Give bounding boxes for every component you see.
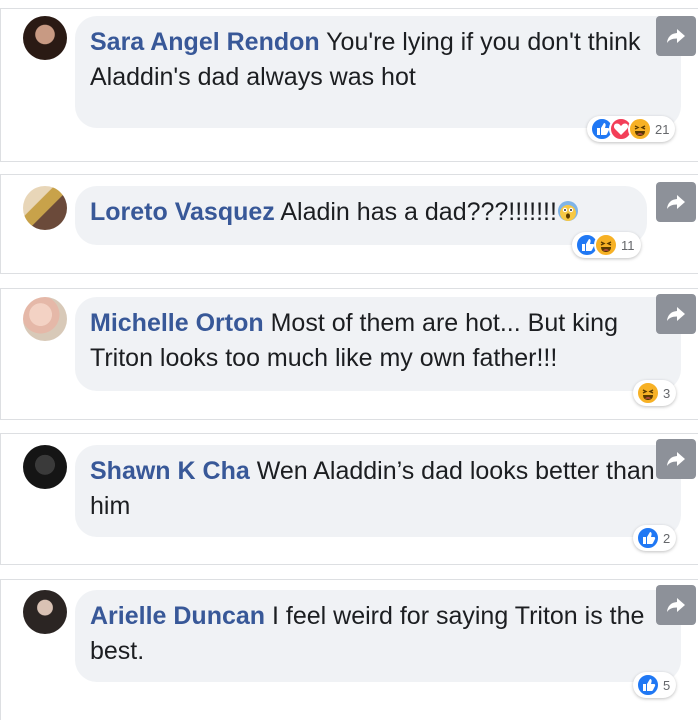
share-arrow-icon	[667, 452, 685, 466]
comment-text: Aladin has a dad???!!!!!!!	[280, 198, 557, 226]
reaction-count: 21	[655, 121, 670, 137]
comment-author[interactable]: Arielle Duncan	[90, 602, 265, 630]
avatar[interactable]	[23, 590, 67, 634]
comment-card: Loreto Vasquez Aladin has a dad???!!!!!!…	[0, 174, 698, 274]
share-arrow-icon	[667, 195, 685, 209]
reaction-summary[interactable]: 11	[572, 232, 641, 258]
reaction-summary[interactable]: 5	[633, 672, 677, 698]
comment-author[interactable]: Shawn K Cha	[90, 457, 250, 485]
like-icon	[636, 526, 660, 550]
share-arrow-icon	[667, 29, 685, 43]
avatar[interactable]	[23, 186, 67, 230]
comment-bubble: Sara Angel Rendon You're lying if you do…	[75, 16, 681, 128]
share-button[interactable]	[656, 16, 696, 56]
comment-card: Arielle Duncan I feel weird for saying T…	[0, 579, 698, 720]
haha-icon	[628, 117, 652, 141]
reaction-count: 3	[663, 385, 671, 401]
haha-icon	[594, 233, 618, 257]
reaction-summary[interactable]: 2	[633, 525, 677, 551]
comment-card: Michelle Orton Most of them are hot... B…	[0, 288, 698, 420]
like-icon	[636, 673, 660, 697]
reaction-summary[interactable]: 3	[633, 380, 677, 406]
comment-author[interactable]: Loreto Vasquez	[90, 198, 275, 226]
share-button[interactable]	[656, 182, 696, 222]
comment-bubble: Shawn K Cha Wen Aladdin’s dad looks bett…	[75, 445, 681, 537]
comment-bubble: Michelle Orton Most of them are hot... B…	[75, 297, 681, 391]
avatar[interactable]	[23, 16, 67, 60]
avatar[interactable]	[23, 297, 67, 341]
comment-author[interactable]: Michelle Orton	[90, 309, 264, 337]
share-arrow-icon	[667, 307, 685, 321]
reaction-count: 11	[621, 237, 635, 253]
share-arrow-icon	[667, 598, 685, 612]
comment-bubble: Loreto Vasquez Aladin has a dad???!!!!!!…	[75, 186, 647, 245]
comment-card: Shawn K Cha Wen Aladdin’s dad looks bett…	[0, 433, 698, 565]
share-button[interactable]	[656, 439, 696, 479]
scream-emoji-icon	[557, 197, 579, 232]
reaction-count: 5	[663, 677, 671, 693]
share-button[interactable]	[656, 294, 696, 334]
avatar[interactable]	[23, 445, 67, 489]
reaction-count: 2	[663, 530, 671, 546]
reaction-summary[interactable]: 21	[587, 116, 676, 142]
comment-card: Sara Angel Rendon You're lying if you do…	[0, 8, 698, 162]
haha-icon	[636, 381, 660, 405]
share-button[interactable]	[656, 585, 696, 625]
comment-bubble: Arielle Duncan I feel weird for saying T…	[75, 590, 681, 682]
comment-author[interactable]: Sara Angel Rendon	[90, 28, 320, 56]
